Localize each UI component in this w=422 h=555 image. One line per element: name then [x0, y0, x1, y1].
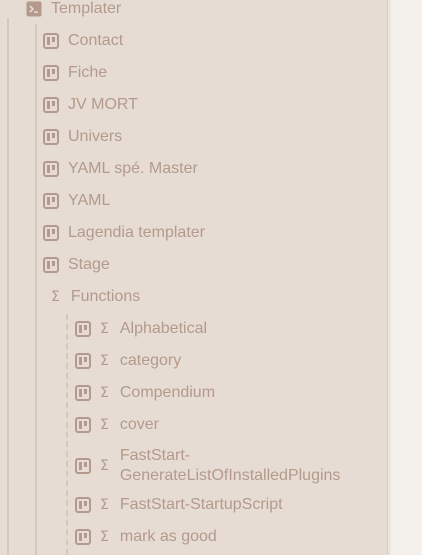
item-label: YAML spé. Master	[68, 160, 198, 177]
tree-guide-line	[66, 314, 68, 555]
kanban-icon	[75, 385, 91, 401]
kanban-icon	[43, 225, 59, 241]
kanban-icon	[75, 529, 91, 545]
tree-guide-line	[35, 24, 37, 555]
kanban-icon	[43, 161, 59, 177]
tree-folder-functions[interactable]: Σ Functions	[51, 287, 140, 307]
kanban-icon	[75, 321, 91, 337]
tree-folder-templater[interactable]: Templater	[26, 0, 121, 18]
tree-item-category[interactable]: Σ category	[75, 351, 181, 371]
terminal-icon	[26, 1, 42, 17]
folder-label: Templater	[51, 0, 122, 17]
panel-resize-handle[interactable]	[388, 0, 391, 555]
tree-item-alphabetical[interactable]: Σ Alphabetical	[75, 319, 207, 339]
item-label: Fiche	[68, 64, 108, 81]
kanban-icon	[43, 193, 59, 209]
sigma-icon: Σ	[100, 529, 109, 545]
tree-item-fiche[interactable]: Fiche	[43, 63, 107, 83]
item-label: JV MORT	[68, 96, 138, 113]
folder-label: Functions	[70, 288, 141, 305]
item-label: Stage	[68, 256, 110, 273]
kanban-icon	[75, 458, 91, 474]
kanban-icon	[43, 129, 59, 145]
sigma-icon: Σ	[100, 497, 109, 513]
sigma-icon: Σ	[100, 385, 109, 401]
item-label: Lagendia templater	[68, 224, 205, 241]
item-label: mark as good	[119, 528, 217, 545]
kanban-icon	[43, 97, 59, 113]
tree-item-jv-mort[interactable]: JV MORT	[43, 95, 138, 115]
tree-guide-line	[7, 18, 9, 555]
item-label: FastStart-StartupScript	[119, 496, 283, 513]
kanban-icon	[43, 257, 59, 273]
item-label: Contact	[68, 32, 124, 49]
item-label: cover	[119, 416, 159, 433]
sigma-icon: Σ	[100, 417, 109, 433]
kanban-icon	[75, 497, 91, 513]
sigma-icon: Σ	[100, 321, 109, 337]
tree-item-faststart-startupscript[interactable]: Σ FastStart-StartupScript	[75, 495, 283, 515]
item-label: Compendium	[119, 384, 216, 401]
tree-item-yaml-spe-master[interactable]: YAML spé. Master	[43, 159, 198, 179]
kanban-icon	[43, 65, 59, 81]
item-label: category	[119, 352, 182, 369]
kanban-icon	[75, 353, 91, 369]
item-label: FastStart- GenerateListOfInstalledPlugins	[119, 447, 341, 484]
tree-item-compendium[interactable]: Σ Compendium	[75, 383, 215, 403]
tree-item-mark-as-good[interactable]: Σ mark as good	[75, 527, 217, 547]
tree-item-cover[interactable]: Σ cover	[75, 415, 159, 435]
tree-item-contact[interactable]: Contact	[43, 31, 123, 51]
item-label: Alphabetical	[119, 320, 208, 337]
item-label: YAML	[68, 192, 111, 209]
tree-item-stage[interactable]: Stage	[43, 255, 110, 275]
sigma-icon: Σ	[51, 289, 60, 305]
item-label: Univers	[68, 128, 123, 145]
sigma-icon: Σ	[100, 353, 109, 369]
tree-item-yaml[interactable]: YAML	[43, 191, 110, 211]
kanban-icon	[43, 33, 59, 49]
tree-item-univers[interactable]: Univers	[43, 127, 122, 147]
tree-item-faststart-generate-list[interactable]: Σ FastStart- GenerateListOfInstalledPlugi…	[75, 446, 370, 486]
tree-item-lagendia-templater[interactable]: Lagendia templater	[43, 223, 205, 243]
sigma-icon: Σ	[100, 458, 109, 474]
kanban-icon	[75, 417, 91, 433]
